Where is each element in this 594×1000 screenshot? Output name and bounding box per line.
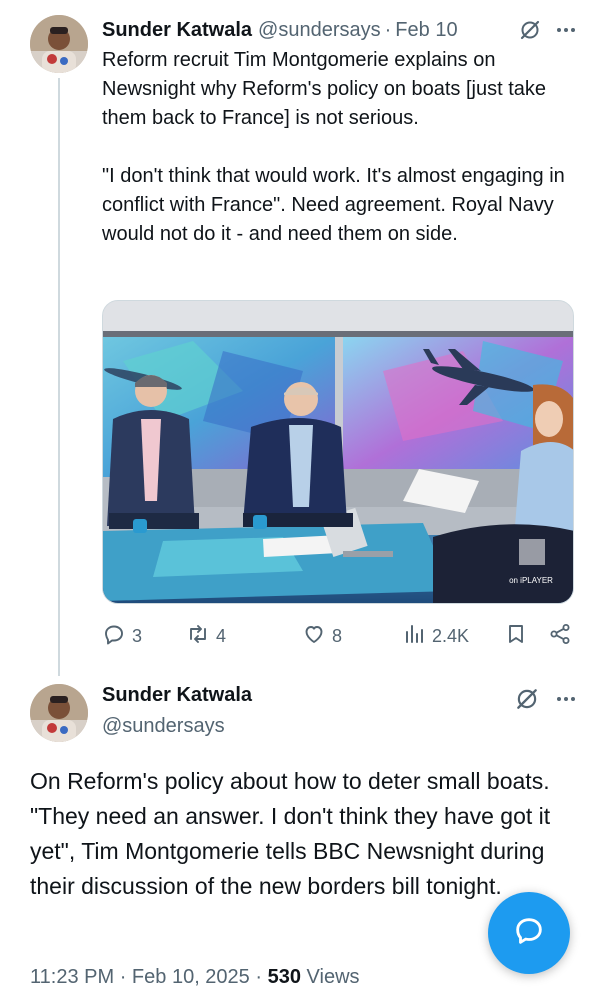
- separator-dot: ·: [384, 18, 392, 41]
- author-name[interactable]: Sunder Katwala: [102, 684, 252, 707]
- author-handle[interactable]: @sundersays: [102, 715, 225, 738]
- views-count: 2.4K: [432, 625, 470, 646]
- share-icon: [548, 622, 572, 651]
- repost-icon: [186, 622, 210, 651]
- bookmark-icon: [504, 622, 528, 651]
- grok-icon[interactable]: [514, 686, 540, 712]
- avatar[interactable]: [30, 684, 88, 742]
- views-count: 530: [267, 966, 301, 988]
- tweet-date[interactable]: Feb 10: [395, 19, 457, 42]
- repost-count: 4: [216, 625, 227, 646]
- like-button[interactable]: 8: [302, 622, 342, 651]
- tweet-header-icons: [514, 686, 578, 712]
- more-icon[interactable]: [554, 18, 578, 42]
- chat-bubble-icon: [512, 914, 546, 953]
- tweet-text: Reform recruit Tim Montgomerie explains …: [102, 49, 565, 245]
- tweet-time[interactable]: 11:23 PM: [30, 966, 114, 988]
- tweet-media-image[interactable]: on iPLAYER: [102, 300, 574, 604]
- tweet-date[interactable]: Feb 10, 2025: [132, 966, 250, 988]
- views-icon: [402, 622, 426, 651]
- separator-dot: ·: [255, 966, 263, 988]
- reply-icon: [102, 622, 126, 651]
- tweet-header: Sunder Katwala @sundersays · Feb 10: [102, 14, 578, 46]
- like-count: 8: [332, 625, 343, 646]
- grok-icon[interactable]: [518, 18, 542, 42]
- bookmark-button[interactable]: [504, 622, 528, 651]
- heart-icon: [302, 622, 326, 651]
- thread-connector-line: [58, 78, 60, 676]
- message-fab-button[interactable]: [488, 892, 570, 974]
- reply-count: 3: [132, 625, 143, 646]
- tweet-text: On Reform's policy about how to deter sm…: [30, 768, 551, 899]
- iplayer-watermark: on iPLAYER: [509, 576, 553, 585]
- separator-dot: ·: [119, 966, 127, 988]
- tweet-action-bar: 3 4 8 2.4K: [102, 618, 574, 654]
- repost-button[interactable]: 4: [186, 622, 226, 651]
- avatar[interactable]: [30, 15, 88, 73]
- tweet-meta: 11:23 PM · Feb 10, 2025 · 530 Views: [30, 966, 360, 989]
- author-name[interactable]: Sunder Katwala: [102, 19, 252, 42]
- more-icon[interactable]: [554, 687, 578, 711]
- share-button[interactable]: [548, 622, 572, 651]
- author-handle[interactable]: @sundersays: [258, 19, 381, 42]
- views-label: Views: [306, 966, 360, 988]
- views-button[interactable]: 2.4K: [402, 622, 469, 651]
- reply-button[interactable]: 3: [102, 622, 142, 651]
